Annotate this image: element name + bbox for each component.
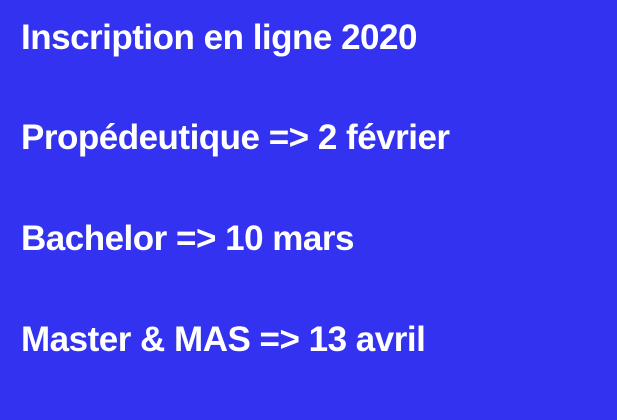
propedeutique-date-line: Propédeutique => 2 février bbox=[21, 118, 450, 157]
announcement-slide: Inscription en ligne 2020 Propédeutique … bbox=[0, 0, 617, 420]
bachelor-date-line: Bachelor => 10 mars bbox=[21, 219, 354, 258]
title-line: Inscription en ligne 2020 bbox=[21, 18, 417, 57]
master-mas-date-line: Master & MAS => 13 avril bbox=[21, 320, 426, 359]
